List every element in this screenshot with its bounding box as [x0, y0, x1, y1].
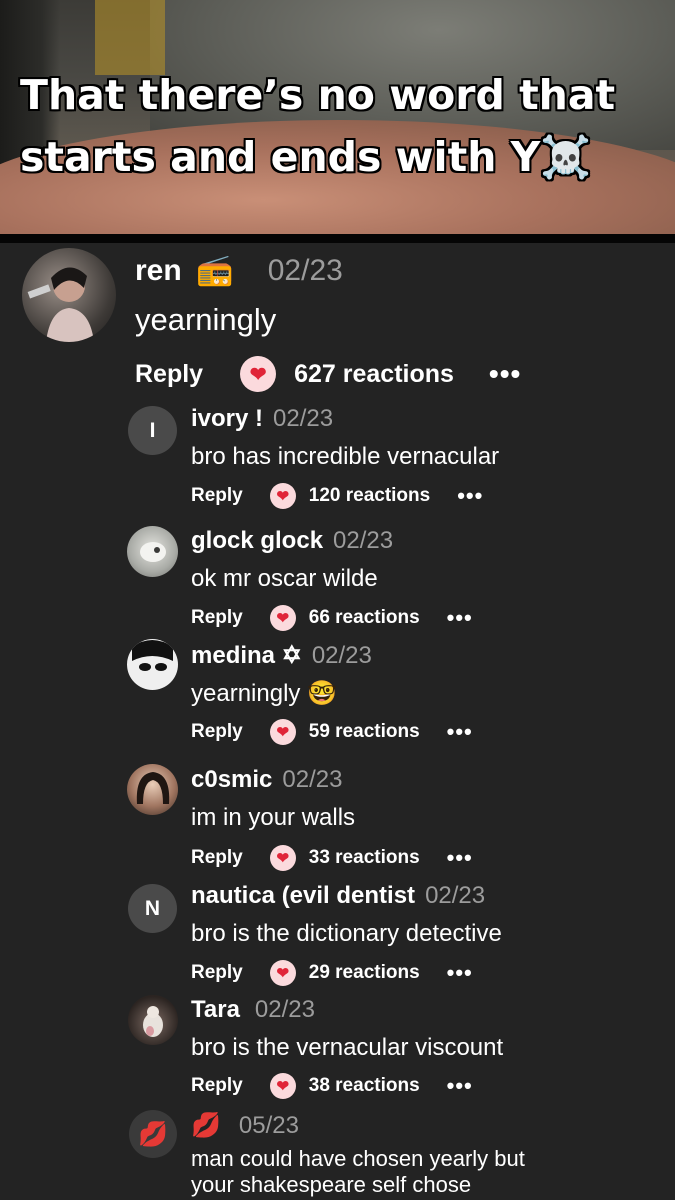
username-text: medina ✡	[191, 642, 302, 669]
divider	[0, 234, 675, 243]
reply-actions: Reply ❤ 66 reactions •••	[191, 605, 473, 631]
reply-username[interactable]: medina ✡ 02/23	[191, 641, 372, 670]
heart-icon[interactable]: ❤	[269, 719, 296, 745]
reply-username[interactable]: c0smic 02/23	[191, 766, 342, 794]
reaction-count[interactable]: 33 reactions	[309, 847, 420, 869]
avatar[interactable]: N	[128, 884, 177, 933]
reaction-count[interactable]: 120 reactions	[309, 485, 430, 507]
avatar-image-icon	[140, 542, 166, 562]
reply-date: 02/23	[282, 766, 343, 793]
reaction-count[interactable]: 59 reactions	[309, 721, 420, 743]
reply-username[interactable]: glock glock 02/23	[191, 527, 393, 555]
more-dots-icon[interactable]: •••	[489, 358, 521, 390]
more-dots-icon[interactable]: •••	[447, 719, 473, 745]
reply-text: im in your walls	[191, 804, 356, 831]
video-frame: That there’s no word that starts and end…	[0, 0, 675, 234]
avatar-image-icon	[27, 267, 94, 342]
comment-username[interactable]: ren 📻 02/23	[135, 253, 343, 288]
reaction-count[interactable]: 66 reactions	[309, 607, 420, 629]
reply-button[interactable]: Reply	[191, 1075, 243, 1097]
avatar[interactable]	[127, 764, 178, 815]
comment-text: yearningly	[135, 302, 277, 337]
reply-actions: Reply ❤ 29 reactions •••	[191, 960, 473, 986]
heart-icon[interactable]: ❤	[269, 605, 296, 631]
more-dots-icon[interactable]: •••	[447, 605, 473, 631]
comment-actions: Reply ❤ 627 reactions •••	[135, 356, 521, 392]
reaction-count[interactable]: 627 reactions	[294, 360, 454, 389]
more-dots-icon[interactable]: •••	[447, 845, 473, 871]
username-text: Tara	[191, 996, 240, 1023]
reply-actions: Reply ❤ 33 reactions •••	[191, 845, 473, 871]
username-text: glock glock	[191, 527, 324, 554]
radio-icon: 📻	[196, 254, 234, 287]
reply-text: bro is the vernacular viscount	[191, 1034, 504, 1061]
reply-actions: Reply ❤ 38 reactions •••	[191, 1073, 473, 1099]
avatar-image-icon	[132, 640, 173, 671]
reply-username[interactable]: 💋 05/23	[191, 1111, 299, 1140]
reply-username[interactable]: Tara 02/23	[191, 996, 315, 1024]
heart-icon[interactable]: ❤	[240, 356, 277, 392]
avatar[interactable]: 💋	[129, 1110, 177, 1158]
heart-icon[interactable]: ❤	[269, 960, 296, 986]
more-dots-icon[interactable]: •••	[447, 1073, 473, 1099]
reply-date: 02/23	[311, 642, 372, 669]
reply-actions: Reply ❤ 120 reactions •••	[191, 483, 483, 509]
reply-username[interactable]: nautica (evil dentist 02/23	[191, 882, 485, 910]
username-text: c0smic	[191, 766, 273, 793]
avatar-image-icon	[143, 1006, 163, 1037]
avatar-image-icon	[136, 772, 170, 804]
reply-date: 02/23	[273, 405, 334, 432]
reply-date: 05/23	[238, 1112, 299, 1139]
reply-button[interactable]: Reply	[191, 607, 243, 629]
avatar[interactable]	[22, 248, 116, 342]
username-text: nautica (evil dentist	[191, 882, 416, 909]
video-caption: That there’s no word that starts and end…	[20, 71, 616, 181]
kiss-mark-icon: 💋	[138, 1120, 168, 1148]
avatar[interactable]	[127, 526, 178, 577]
reply-text: ok mr oscar wilde	[191, 565, 378, 592]
reply-date: 02/23	[425, 882, 486, 909]
username-text: ivory !	[191, 405, 264, 432]
reaction-count[interactable]: 38 reactions	[309, 1075, 420, 1097]
heart-icon[interactable]: ❤	[269, 483, 296, 509]
heart-icon[interactable]: ❤	[269, 845, 296, 871]
avatar[interactable]	[127, 639, 178, 690]
reply-button[interactable]: Reply	[191, 721, 243, 743]
reply-button[interactable]: Reply	[191, 962, 243, 984]
reply-actions: Reply ❤ 59 reactions •••	[191, 719, 473, 745]
avatar[interactable]: I	[128, 406, 177, 455]
comment-date: 02/23	[267, 254, 343, 287]
kiss-mark-icon: 💋	[191, 1112, 221, 1139]
reaction-count[interactable]: 29 reactions	[309, 962, 420, 984]
reply-button[interactable]: Reply	[135, 360, 203, 389]
reply-button[interactable]: Reply	[191, 847, 243, 869]
reply-button[interactable]: Reply	[191, 485, 243, 507]
more-dots-icon[interactable]: •••	[447, 960, 473, 986]
reply-text: yearningly 🤓	[191, 680, 337, 707]
reply-username[interactable]: ivory ! 02/23	[191, 405, 333, 433]
avatar[interactable]	[128, 995, 178, 1045]
reply-text: man could have chosen yearly but	[191, 1146, 525, 1171]
reply-text: bro is the dictionary detective	[191, 920, 502, 947]
reply-date: 02/23	[333, 527, 394, 554]
username-text: ren	[135, 254, 182, 287]
more-dots-icon[interactable]: •••	[457, 483, 483, 509]
reply-text: your shakespeare self chose	[191, 1172, 472, 1197]
heart-icon[interactable]: ❤	[269, 1073, 296, 1099]
reply-date: 02/23	[254, 996, 315, 1023]
reply-text: bro has incredible vernacular	[191, 443, 500, 470]
